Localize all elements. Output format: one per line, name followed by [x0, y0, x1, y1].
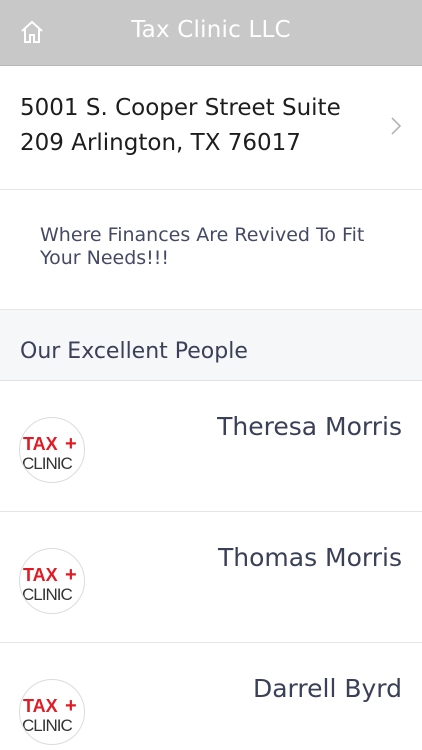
person-name: Darrell Byrd: [252, 674, 402, 703]
tax-clinic-logo-avatar: TAX + CLINIC: [19, 548, 85, 614]
person-name: Thomas Morris: [217, 543, 402, 572]
tax-clinic-logo-avatar: TAX + CLINIC: [19, 679, 85, 745]
section-title: Our Excellent People: [20, 339, 248, 364]
person-row-darrell-byrd[interactable]: TAX + CLINIC Darrell Byrd: [0, 643, 422, 750]
svg-text:+: +: [65, 564, 77, 586]
chevron-right-icon: [390, 116, 402, 136]
svg-text:+: +: [65, 433, 77, 455]
address-line-1: 5001 S. Cooper Street Suite: [20, 95, 341, 121]
svg-text:TAX: TAX: [23, 565, 58, 585]
svg-text:+: +: [65, 695, 77, 717]
svg-text:CLINIC: CLINIC: [22, 454, 72, 473]
page-title: Tax Clinic LLC: [131, 17, 291, 43]
section-header: Our Excellent People: [0, 310, 422, 381]
svg-text:TAX: TAX: [23, 434, 58, 454]
person-row-thomas-morris[interactable]: TAX + CLINIC Thomas Morris: [0, 512, 422, 643]
svg-text:CLINIC: CLINIC: [22, 716, 72, 735]
address-row[interactable]: 5001 S. Cooper Street Suite 209 Arlingto…: [0, 66, 422, 190]
svg-text:CLINIC: CLINIC: [22, 585, 72, 604]
address-line-2: 209 Arlington, TX 76017: [20, 130, 301, 156]
person-name: Theresa Morris: [217, 412, 402, 441]
tax-clinic-logo-avatar: TAX + CLINIC: [19, 417, 85, 483]
person-row-theresa-morris[interactable]: TAX + CLINIC Theresa Morris: [0, 381, 422, 512]
header-bar: Tax Clinic LLC: [0, 0, 422, 66]
address-text: 5001 S. Cooper Street Suite 209 Arlingto…: [20, 91, 380, 161]
tagline-row: Where Finances Are Revived To Fit Your N…: [0, 190, 422, 310]
svg-text:TAX: TAX: [23, 696, 58, 716]
tagline-text: Where Finances Are Revived To Fit Your N…: [40, 224, 365, 269]
